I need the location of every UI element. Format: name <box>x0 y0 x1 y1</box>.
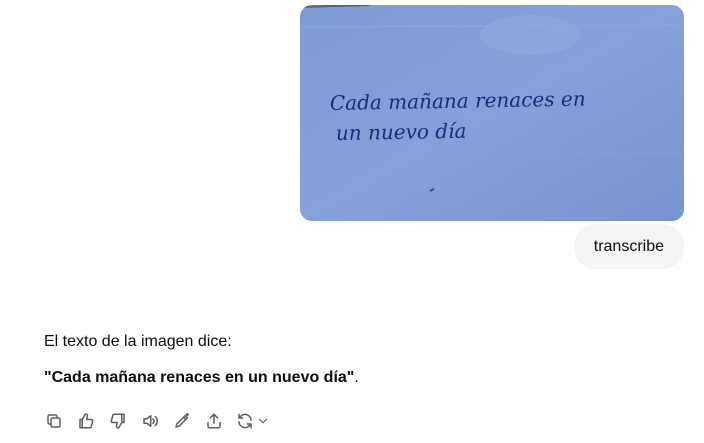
thumbs-up-icon <box>79 413 94 429</box>
transcribed-quote: "Cada mañana renaces en un nuevo día" <box>44 369 355 386</box>
thumbs-down-icon <box>110 413 125 429</box>
share-button[interactable] <box>204 409 224 433</box>
chevron-down-icon <box>258 418 268 424</box>
copy-icon <box>47 414 61 428</box>
regenerate-button[interactable] <box>236 409 270 433</box>
user-message-bubble: transcribe <box>573 224 684 269</box>
quote-period: . <box>354 369 359 386</box>
bad-response-button[interactable] <box>108 409 128 433</box>
assistant-quote: "Cada mañana renaces en un nuevo día". <box>44 369 359 387</box>
handwriting-line-2: un nuevo día <box>336 119 467 145</box>
share-icon <box>207 413 221 429</box>
message-actions <box>44 409 270 433</box>
assistant-intro-text: El texto de la imagen dice: <box>44 333 232 350</box>
handwriting-line-1: Cada mañana renaces en <box>330 87 586 115</box>
uploaded-image[interactable]: Cada mañana renaces en un nuevo día <box>300 5 684 221</box>
read-aloud-icon <box>143 415 158 427</box>
good-response-button[interactable] <box>76 409 96 433</box>
copy-button[interactable] <box>44 409 64 433</box>
user-message-text: transcribe <box>593 237 664 255</box>
read-aloud-button[interactable] <box>140 409 160 433</box>
edit-icon <box>175 412 190 428</box>
edit-button[interactable] <box>172 409 192 433</box>
regenerate-icon <box>238 413 252 429</box>
